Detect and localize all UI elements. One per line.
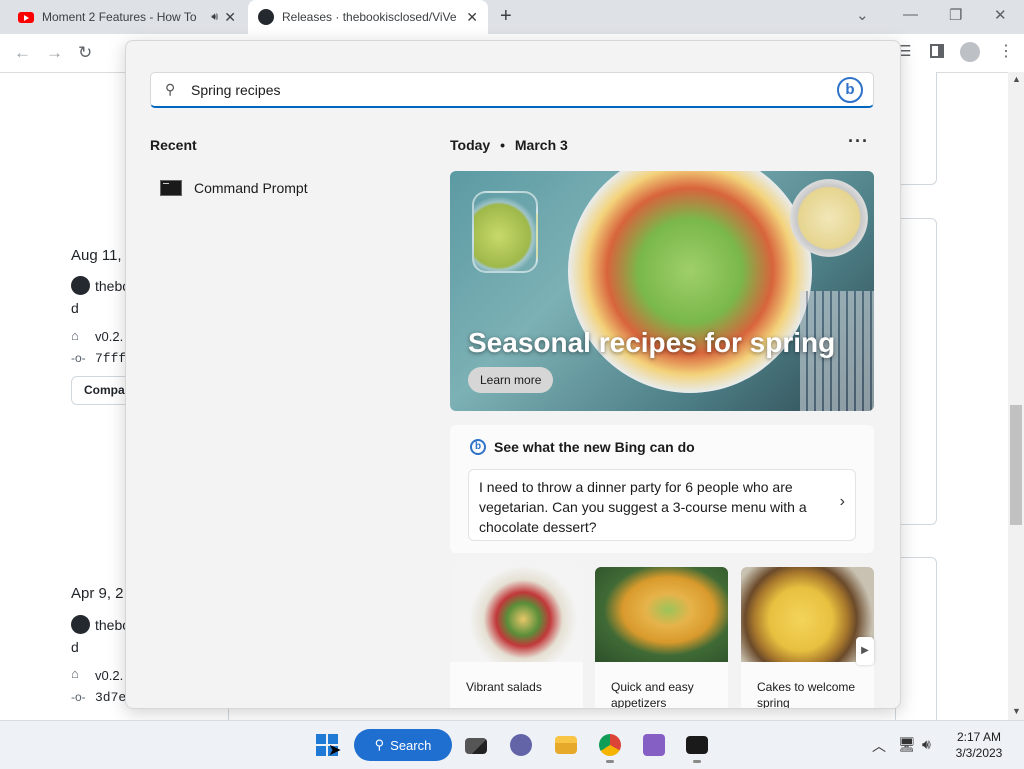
taskbar-search-button[interactable]: ⚲ Search: [354, 729, 452, 761]
clock-date: 3/3/2023: [955, 746, 1003, 760]
tile-caption: Vibrant salads: [466, 680, 542, 694]
bing-card-header: b See what the new Bing can do: [470, 439, 695, 455]
back-icon[interactable]: ←: [14, 43, 31, 63]
commit-icon: -o-: [71, 351, 86, 365]
bing-prompt-suggestion[interactable]: I need to throw a dinner party for 6 peo…: [468, 469, 856, 541]
release-card: [895, 218, 937, 525]
search-highlights-date: Today • March 3: [450, 137, 568, 153]
date-value: March 3: [514, 137, 568, 153]
browser-menu-icon[interactable]: ⋮: [998, 41, 1014, 61]
tile-appetizers[interactable]: Quick and easy appetizers: [595, 567, 728, 708]
nachos-image: [595, 567, 728, 662]
release-tag[interactable]: v0.2.: [95, 329, 123, 344]
today-label: Today: [450, 137, 491, 153]
mouse-cursor-icon: ➤: [328, 742, 342, 759]
tab-title: Moment 2 Features - How To: [42, 10, 197, 24]
cheese-bowl-image: [790, 179, 868, 257]
youtube-icon: [18, 11, 34, 23]
search-input[interactable]: [189, 81, 793, 99]
bing-card-heading: See what the new Bing can do: [494, 439, 695, 455]
visual-studio-icon[interactable]: [643, 734, 665, 756]
volume-icon[interactable]: 🔊︎: [922, 736, 931, 753]
tile-caption: Cakes to welcome spring: [757, 680, 856, 708]
page-scrollbar[interactable]: [1008, 72, 1024, 720]
close-tab-icon[interactable]: ✕: [466, 9, 478, 26]
release-date: Aug 11,: [71, 247, 122, 264]
user-avatar: [71, 615, 90, 634]
compare-label: Compa: [84, 383, 125, 397]
scroll-down-arrow[interactable]: ▼: [1012, 706, 1021, 716]
release-author-wrap: d: [71, 639, 79, 655]
side-panel-icon[interactable]: [930, 44, 944, 58]
search-icon: ⚲: [165, 81, 176, 97]
hero-card[interactable]: Seasonal recipes for spring Learn more: [450, 171, 874, 411]
bing-icon: b: [470, 439, 486, 455]
show-hidden-icons-chevron-icon[interactable]: ︿: [872, 736, 886, 756]
more-options-button[interactable]: ···: [848, 131, 869, 152]
windows-logo-pane: [316, 734, 326, 744]
hero-title: Seasonal recipes for spring: [468, 327, 836, 358]
cake-image: [741, 567, 874, 662]
scroll-tiles-right-icon[interactable]: ▶: [856, 637, 874, 665]
release-date: Apr 9, 2: [71, 585, 124, 602]
taskbar-clock[interactable]: 2:17 AM 3/3/2023: [944, 729, 1014, 761]
minimize-icon[interactable]: —: [903, 6, 918, 23]
recent-heading: Recent: [150, 137, 197, 153]
user-avatar: [71, 276, 90, 295]
scroll-up-arrow[interactable]: ▲: [1012, 74, 1021, 84]
oil-jar-image: [472, 191, 538, 273]
file-explorer-icon[interactable]: [555, 736, 577, 754]
bing-card: b See what the new Bing can do I need to…: [450, 425, 874, 553]
github-icon: [258, 9, 274, 25]
release-author-wrap: d: [71, 300, 79, 316]
commit-icon: -o-: [71, 690, 86, 704]
chrome-running-indicator: [606, 760, 614, 763]
clock-time: 2:17 AM: [956, 730, 1002, 744]
release-tag[interactable]: v0.2.: [95, 668, 123, 683]
recent-item-command-prompt[interactable]: Command Prompt: [150, 171, 410, 205]
release-commit[interactable]: 3d7e: [95, 690, 126, 705]
release-commit[interactable]: 7fff: [95, 351, 126, 366]
profile-avatar[interactable]: [960, 42, 980, 62]
tab-search-icon[interactable]: ⌄: [856, 6, 869, 24]
learn-more-button[interactable]: Learn more: [468, 367, 554, 393]
release-card: [895, 72, 937, 185]
reload-icon[interactable]: ↻: [78, 43, 92, 63]
date-separator: •: [500, 137, 505, 153]
tile-vibrant-salads[interactable]: Vibrant salads: [450, 567, 583, 708]
tile-cakes[interactable]: Cakes to welcome spring: [741, 567, 874, 708]
tab-title: Releases · thebookisclosed/ViVe: [282, 10, 457, 24]
teams-chat-icon[interactable]: [510, 734, 532, 756]
tile-caption: Quick and easy appetizers: [611, 680, 694, 708]
maximize-icon[interactable]: ❐: [949, 6, 962, 24]
close-window-icon[interactable]: ✕: [994, 6, 1007, 24]
chrome-icon[interactable]: [599, 734, 621, 756]
tag-icon: ⌂: [71, 666, 79, 681]
taskbar-search-label: Search: [390, 737, 432, 753]
release-card: [895, 557, 937, 729]
salad-bowl-image: [568, 171, 812, 393]
bing-prompt-text: I need to throw a dinner party for 6 peo…: [479, 479, 807, 535]
command-prompt-icon: [160, 180, 182, 196]
task-view-icon[interactable]: [465, 738, 487, 754]
cmd-running-indicator: [693, 760, 701, 763]
chevron-right-icon: ›: [839, 493, 845, 510]
search-icon: ⚲: [374, 737, 385, 752]
speaker-icon[interactable]: 🔊︎: [211, 11, 218, 24]
bing-icon[interactable]: b: [837, 77, 863, 103]
command-prompt-taskbar-icon[interactable]: [686, 736, 708, 754]
tab-github-releases[interactable]: Releases · thebookisclosed/ViVe ✕: [248, 0, 488, 34]
search-box[interactable]: ⚲ b: [150, 72, 874, 108]
scrollbar-thumb[interactable]: [1010, 405, 1022, 525]
tab-youtube[interactable]: Moment 2 Features - How To 🔊︎ ✕: [8, 0, 246, 34]
search-flyout: ⚲ b Recent Command Prompt Today • March …: [125, 40, 901, 709]
forward-icon[interactable]: →: [46, 43, 63, 63]
salad-image: [450, 567, 583, 662]
recent-item-label: Command Prompt: [194, 180, 308, 196]
close-tab-icon[interactable]: ✕: [224, 9, 236, 26]
new-tab-button[interactable]: +: [500, 5, 512, 28]
windows-logo-pane: [316, 746, 326, 756]
tag-icon: ⌂: [71, 328, 79, 343]
network-icon[interactable]: 🖥︎: [898, 736, 916, 753]
